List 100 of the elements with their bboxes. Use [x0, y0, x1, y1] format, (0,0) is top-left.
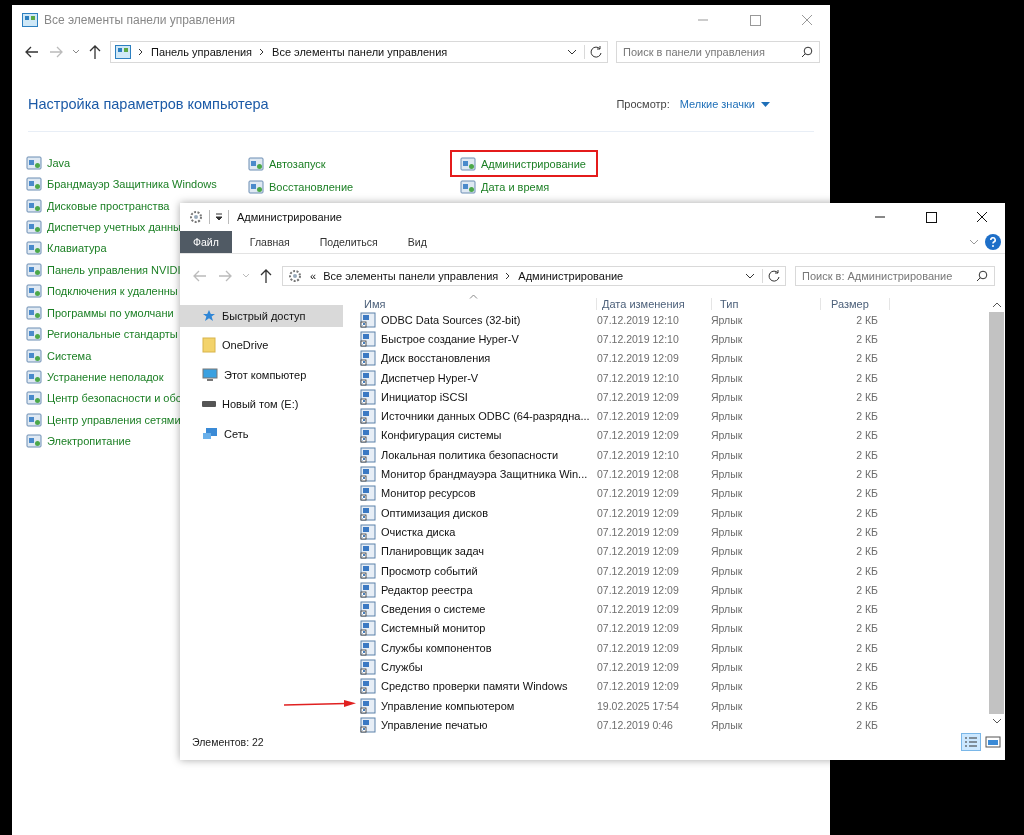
applet-link[interactable]: Администрирование — [481, 157, 586, 170]
ribbon-tab[interactable]: Вид — [395, 231, 439, 253]
scroll-up-icon[interactable] — [991, 302, 1002, 308]
applet-icon — [26, 197, 42, 214]
file-name[interactable]: Просмотр событий — [381, 564, 478, 577]
details-view-icon[interactable] — [961, 733, 981, 751]
address-bar[interactable]: Панель управления Все элементы панели управления — [110, 41, 608, 63]
address-bar[interactable]: « Все элементы панели управления Администрирование — [282, 266, 786, 286]
applet-link[interactable]: Восстановление — [269, 180, 354, 193]
nav-item[interactable]: Этот компьютер — [180, 363, 343, 386]
applet-link[interactable]: Электропитание — [47, 435, 131, 448]
star-icon — [202, 309, 216, 323]
applet-link[interactable]: Подключения к удаленны — [47, 285, 178, 298]
applet-link[interactable]: Программы по умолчани — [47, 306, 174, 319]
overflow-chevron[interactable]: « — [310, 270, 317, 282]
applet-link[interactable]: Автозапуск — [269, 157, 326, 170]
applet-link[interactable]: Устранение неполадок — [47, 370, 164, 383]
applet-link[interactable]: Дата и время — [481, 180, 550, 193]
column-header[interactable]: Имя — [360, 298, 597, 310]
column-header[interactable]: Тип — [712, 298, 821, 310]
forward-arrow-icon[interactable] — [48, 44, 64, 60]
date-cell-text: 07.12.2019 12:09 — [597, 661, 680, 673]
file-name[interactable]: Очистка диска — [381, 525, 456, 538]
applet-link[interactable]: Региональные стандарты — [47, 328, 178, 341]
applet-link[interactable]: Брандмауэр Защитника Windows — [47, 178, 217, 191]
applet-link[interactable]: Система — [47, 349, 92, 362]
file-name[interactable]: Диск восстановления — [381, 352, 491, 365]
size-cell-text: 2 КБ — [855, 429, 878, 442]
file-name[interactable]: Локальная политика безопасности — [381, 448, 559, 461]
size-cell-text: 2 КБ — [855, 583, 878, 596]
nav-item[interactable]: Сеть — [180, 422, 343, 445]
shortcut-icon — [360, 446, 376, 463]
expand-ribbon-icon[interactable] — [969, 239, 979, 245]
shortcut-icon — [360, 562, 376, 579]
applet-link[interactable]: Панель управления NVIDI — [47, 263, 181, 276]
sort-caret-icon — [469, 294, 478, 299]
view-dropdown[interactable]: Мелкие значки — [679, 98, 755, 110]
size-cell-text: 2 КБ — [855, 680, 878, 693]
size-cell-text: 2 КБ — [855, 525, 878, 538]
caret-icon[interactable] — [72, 49, 80, 55]
file-name[interactable]: Быстрое создание Hyper-V — [381, 332, 519, 345]
applet-icon — [26, 304, 42, 321]
date-cell-text: 07.12.2019 12:10 — [597, 313, 680, 326]
breadcrumb-item[interactable]: Все элементы панели управления — [323, 270, 499, 282]
help-icon[interactable] — [985, 234, 1001, 250]
file-name[interactable]: Источники данных ODBC (64-разрядна... — [381, 410, 590, 423]
search-field[interactable]: Поиск в панели управления — [616, 41, 820, 63]
gear-icon — [188, 209, 204, 225]
applet-link[interactable]: Диспетчер учетных данны — [47, 220, 181, 233]
nav-item[interactable]: Быстрый доступ — [180, 305, 343, 327]
refresh-icon[interactable] — [762, 269, 781, 283]
file-name[interactable]: Управление печатью — [381, 718, 488, 731]
caret-icon[interactable] — [242, 273, 250, 279]
quick-access-caret-icon[interactable] — [215, 213, 223, 221]
file-name[interactable]: Управление компьютером — [381, 699, 515, 712]
ribbon-tab[interactable]: Файл — [180, 231, 232, 253]
breadcrumb-item[interactable]: Все элементы панели управления — [272, 46, 448, 58]
window-title: Все элементы панели управления — [44, 13, 236, 27]
type-cell-text: Ярлык — [711, 661, 744, 673]
up-arrow-icon[interactable] — [259, 268, 273, 284]
thumbnails-view-icon[interactable] — [985, 735, 1001, 749]
dropdown-caret-icon[interactable] — [745, 273, 755, 279]
file-name[interactable]: Монитор брандмауэра Защитника Win... — [381, 468, 588, 480]
date-cell-text: 07.12.2019 12:09 — [597, 545, 680, 558]
refresh-icon[interactable] — [584, 45, 603, 59]
breadcrumb-item[interactable]: Панель управления — [151, 46, 253, 58]
up-arrow-icon[interactable] — [88, 44, 102, 60]
back-arrow-icon[interactable] — [24, 44, 40, 60]
applet-link[interactable]: Java — [47, 156, 71, 169]
file-name[interactable]: Оптимизация дисков — [381, 506, 488, 519]
file-name[interactable]: Планировщик задач — [381, 545, 484, 558]
file-name[interactable]: Службы — [381, 661, 423, 673]
file-name[interactable]: ODBC Data Sources (32-bit) — [381, 313, 521, 326]
file-name[interactable]: Сведения о системе — [381, 603, 486, 616]
file-name[interactable]: Редактор реестра — [381, 583, 473, 596]
scroll-down-icon[interactable] — [991, 718, 1002, 724]
file-name[interactable]: Диспетчер Hyper-V — [381, 371, 479, 384]
applet-icon — [248, 178, 264, 195]
applet-link[interactable]: Клавиатура — [47, 242, 107, 255]
file-name[interactable]: Инициатор iSCSI — [381, 390, 468, 403]
ribbon-tab[interactable]: Главная — [237, 231, 302, 253]
breadcrumb-item[interactable]: Администрирование — [518, 270, 624, 282]
shortcut-icon — [360, 659, 376, 675]
file-name[interactable]: Конфигурация системы — [381, 429, 502, 442]
file-name[interactable]: Монитор ресурсов — [381, 487, 476, 500]
search-field[interactable]: Поиск в: Администрирование — [795, 266, 995, 286]
file-name[interactable]: Средство проверки памяти Windows — [381, 680, 568, 693]
file-name[interactable]: Службы компонентов — [381, 641, 492, 654]
nav-item[interactable]: Новый том (E:) — [180, 393, 343, 416]
applet-link[interactable]: Центр управления сетями — [47, 413, 181, 426]
applet-link[interactable]: Дисковые пространства — [47, 199, 170, 212]
ribbon-tab[interactable]: Поделиться — [307, 231, 390, 253]
nav-item[interactable]: OneDrive — [180, 334, 343, 357]
file-name[interactable]: Системный монитор — [381, 622, 486, 635]
column-header[interactable]: Размер — [821, 298, 890, 310]
column-header[interactable]: Дата изменения — [597, 298, 712, 310]
dropdown-caret-icon[interactable] — [567, 49, 577, 55]
applet-link[interactable]: Центр безопасности и обс — [47, 392, 182, 405]
size-cell-text: 2 КБ — [855, 661, 878, 673]
forward-arrow-icon[interactable] — [217, 268, 233, 284]
